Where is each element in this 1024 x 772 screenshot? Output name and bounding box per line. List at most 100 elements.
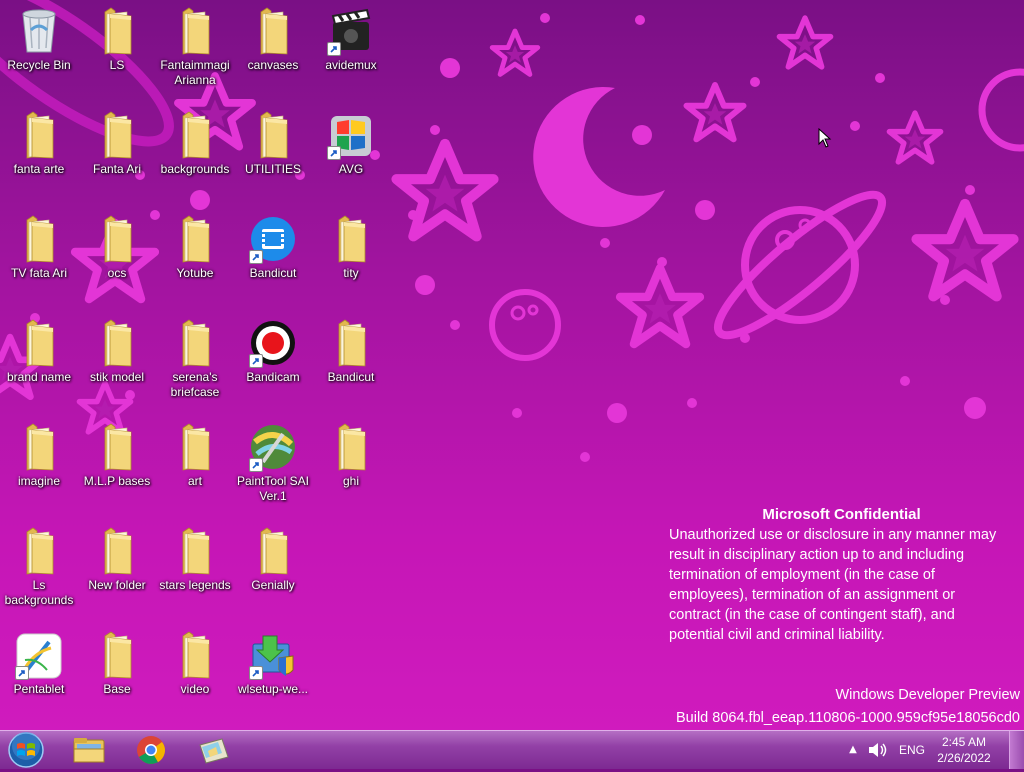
language-indicator[interactable]: ENG	[897, 741, 927, 759]
desktop-icon-ghi[interactable]: ghi	[312, 418, 390, 518]
desktop-icon-genially[interactable]: Genially	[234, 522, 312, 622]
clock[interactable]: 2:45 AM 2/26/2022	[932, 734, 996, 768]
desktop-icon-label: Recycle Bin	[7, 58, 71, 72]
desktop-icon-avg[interactable]: AVG	[312, 106, 390, 206]
desktop-icon-video[interactable]: video	[156, 626, 234, 726]
desktop-icon-label: tity	[343, 266, 359, 280]
desktop-icon-serena-s-briefcase[interactable]: serena's briefcase	[156, 314, 234, 414]
desktop-icon-new-folder[interactable]: New folder	[78, 522, 156, 622]
taskbar-app[interactable]	[188, 733, 238, 767]
desktop-icon-label: fanta arte	[13, 162, 65, 176]
desktop-icon-ls-backgrounds[interactable]: Ls backgrounds	[0, 522, 78, 622]
shortcut-arrow-icon	[249, 354, 263, 368]
desktop-icon-label: Genially	[251, 578, 295, 592]
desktop-icon-backgrounds[interactable]: backgrounds	[156, 106, 234, 206]
desktop-icon-bandicut[interactable]: Bandicut	[234, 210, 312, 310]
desktop-icon-imagine[interactable]: imagine	[0, 418, 78, 518]
desktop-icon-m-l-p-bases[interactable]: M.L.P bases	[78, 418, 156, 518]
desktop-icon-fantaimmagi-arianna[interactable]: Fantaimmagi Arianna	[156, 2, 234, 102]
desktop-icon-tv-fata-ari[interactable]: TV fata Ari	[0, 210, 78, 310]
desktop-icon-label: Fantaimmagi Arianna	[160, 58, 230, 87]
desktop-icon-label: Bandicut	[327, 370, 375, 384]
bandicam-icon	[249, 318, 297, 368]
volume-button[interactable]	[867, 741, 889, 759]
folder-icon	[93, 630, 141, 680]
desktop-icon-label: Base	[103, 682, 131, 696]
desktop-icon-painttool-sai-ver-1[interactable]: PaintTool SAI Ver.1	[234, 418, 312, 518]
confidential-line: employees), termination of an assignment…	[669, 587, 956, 603]
confidential-line: Unauthorized use or disclosure in any ma…	[669, 527, 997, 543]
desktop-icon-fanta-arte[interactable]: fanta arte	[0, 106, 78, 206]
desktop-icon-yotube[interactable]: Yotube	[156, 210, 234, 310]
desktop-icon-label: AVG	[338, 162, 364, 176]
folder-icon	[249, 6, 297, 56]
folder-icon	[171, 110, 219, 160]
desktop-icon-label: UTILITIES	[244, 162, 301, 176]
desktop-icon-avidemux[interactable]: avidemux	[312, 2, 390, 102]
desktop-icon-label: PaintTool SAI Ver.1	[236, 474, 310, 503]
folder-icon	[171, 630, 219, 680]
tray-overflow-button[interactable]: ▲	[846, 741, 860, 759]
desktop-icon-label: backgrounds	[160, 162, 230, 176]
desktop-icon-label: TV fata Ari	[10, 266, 68, 280]
folder-icon	[327, 318, 375, 368]
desktop-icon-label: stars legends	[159, 578, 231, 592]
desktop-icon-art[interactable]: art	[156, 418, 234, 518]
folder-icon	[93, 110, 141, 160]
build-info: Windows Developer Preview Build 8064.fbl…	[676, 684, 1020, 730]
desktop-icon-tity[interactable]: tity	[312, 210, 390, 310]
desktop-icon-bandicam[interactable]: Bandicam	[234, 314, 312, 414]
desktop-icon-label: wlsetup-we...	[237, 682, 309, 696]
folder-icon	[171, 318, 219, 368]
folder-icon	[249, 526, 297, 576]
folder-icon	[93, 6, 141, 56]
desktop-icon-label: ocs	[107, 266, 127, 280]
avg-icon	[327, 110, 375, 160]
folder-icon	[171, 526, 219, 576]
file-explorer-icon	[73, 738, 105, 763]
desktop-icon-label: Pentablet	[13, 682, 65, 696]
clock-date: 2/26/2022	[937, 751, 991, 765]
build-edition: Windows Developer Preview	[835, 687, 1020, 703]
desktop-icon-ls[interactable]: LS	[78, 2, 156, 102]
shortcut-arrow-icon	[249, 458, 263, 472]
taskbar-chrome[interactable]	[126, 733, 176, 767]
desktop-icon-bandicut[interactable]: Bandicut	[312, 314, 390, 414]
desktop-icon-recycle-bin[interactable]: Recycle Bin	[0, 2, 78, 102]
chevron-up-icon: ▲	[849, 744, 857, 755]
desktop-icon-label: imagine	[17, 474, 61, 488]
desktop-icon-label: Yotube	[176, 266, 214, 280]
confidential-notice: Microsoft Confidential Unauthorized use …	[669, 505, 1014, 645]
desktop-icon-stik-model[interactable]: stik model	[78, 314, 156, 414]
folder-icon	[93, 422, 141, 472]
desktop-icon-ocs[interactable]: ocs	[78, 210, 156, 310]
folder-icon	[15, 526, 63, 576]
folder-icon	[93, 526, 141, 576]
shortcut-arrow-icon	[327, 146, 341, 160]
folder-icon	[15, 422, 63, 472]
desktop-icon-label: serena's briefcase	[170, 370, 220, 399]
taskbar-file-explorer[interactable]	[64, 733, 114, 767]
folder-icon	[171, 6, 219, 56]
desktop-icon-brand-name[interactable]: brand name	[0, 314, 78, 414]
folder-icon	[171, 214, 219, 264]
desktop-icon-label: Bandicam	[246, 370, 300, 384]
desktop-icon-canvases[interactable]: canvases	[234, 2, 312, 102]
desktop-icon-fanta-ari[interactable]: Fanta Ari	[78, 106, 156, 206]
desktop-icon-base[interactable]: Base	[78, 626, 156, 726]
desktop-icon-utilities[interactable]: UTILITIES	[234, 106, 312, 206]
desktop-icon-label: New folder	[88, 578, 146, 592]
desktop-icon-stars-legends[interactable]: stars legends	[156, 522, 234, 622]
start-button[interactable]	[6, 732, 46, 768]
shortcut-arrow-icon	[327, 42, 341, 56]
app-icon	[199, 738, 229, 764]
folder-icon	[15, 318, 63, 368]
desktop-icon-label: stik model	[89, 370, 145, 384]
bandicut-icon	[249, 214, 297, 264]
clock-time: 2:45 AM	[941, 735, 987, 749]
desktop-icon-label: Fanta Ari	[92, 162, 142, 176]
show-desktop-button[interactable]	[1009, 731, 1024, 769]
desktop-icon-label: LS	[109, 58, 125, 72]
desktop-icon-pentablet[interactable]: Pentablet	[0, 626, 78, 726]
desktop-icon-wlsetup-we[interactable]: wlsetup-we...	[234, 626, 312, 726]
